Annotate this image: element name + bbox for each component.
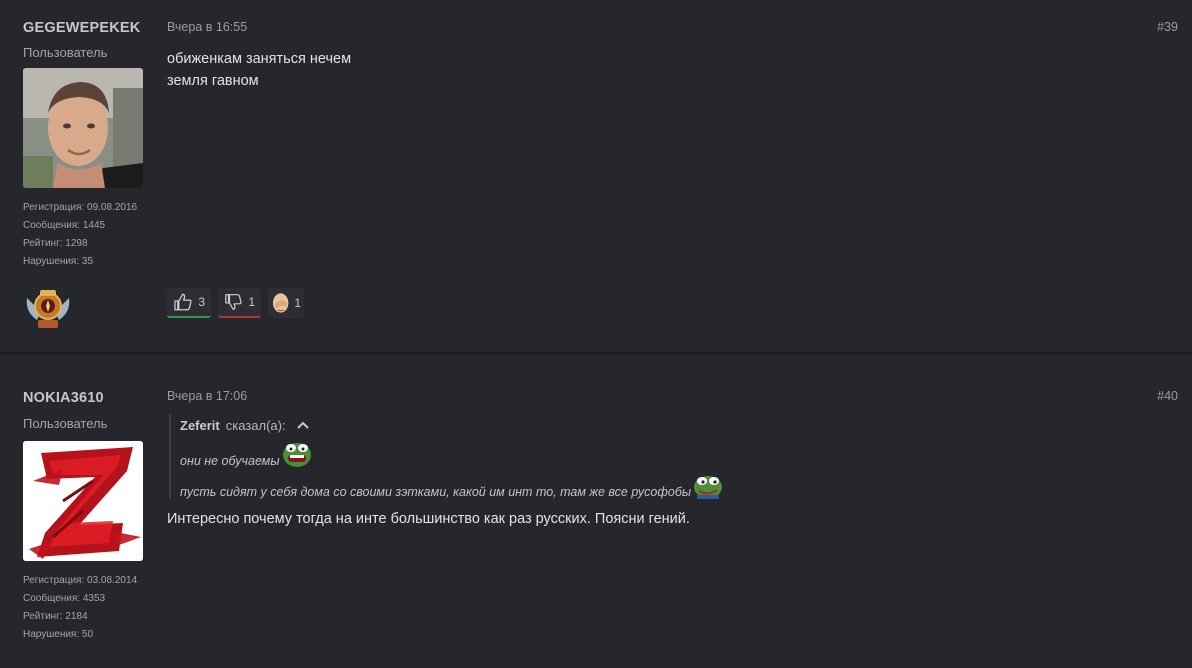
avatar[interactable]	[23, 68, 143, 188]
reactions-bar: 3 1 1	[167, 288, 304, 318]
post-body: обиженкам заняться нечем земля гавном	[167, 48, 351, 92]
rank-badge-icon[interactable]	[23, 282, 73, 335]
author-block: NOKIA3610 Пользователь Регистрация: 03.0…	[23, 390, 143, 644]
stat-violations: Нарушения: 50	[23, 629, 94, 640]
post-body: Интересно почему тогда на инте большинст…	[167, 511, 690, 527]
author-block: GEGEWEPEKEK Пользователь Регистрация: 09…	[23, 20, 143, 271]
stat-registration: Регистрация: 09.08.2016	[23, 202, 138, 213]
avatar[interactable]	[23, 441, 143, 561]
quote-block: Zeferit сказал(а): они не обучаемы пусть…	[169, 414, 780, 499]
like-button[interactable]: 3	[167, 288, 211, 318]
facepalm-emoji-icon	[272, 293, 289, 313]
quote-line: пусть сидят у себя дома со своими зэткам…	[180, 471, 780, 499]
pepe-laugh-emoji-icon	[282, 443, 311, 467]
avatar-photo	[23, 68, 143, 188]
quote-line: они не обучаемы	[180, 440, 780, 468]
post-time[interactable]: Вчера в 16:55	[167, 20, 247, 34]
quote-text: пусть сидят у себя дома со своими зэткам…	[180, 485, 692, 499]
dislike-count: 1	[248, 295, 255, 309]
quote-text: они не обучаемы	[180, 454, 280, 468]
thumbs-up-icon	[174, 293, 192, 311]
post-number[interactable]: #40	[1157, 389, 1178, 403]
post-line: земля гавном	[167, 73, 259, 89]
post-time[interactable]: Вчера в 17:06	[167, 389, 247, 403]
like-count: 3	[198, 295, 205, 309]
thumbs-down-icon	[225, 294, 242, 310]
username[interactable]: NOKIA3610	[23, 390, 143, 406]
user-stats: Регистрация: 09.08.2016 Сообщения: 1445 …	[23, 199, 143, 271]
stat-rating: Рейтинг: 1298	[23, 238, 88, 249]
dislike-button[interactable]: 1	[218, 288, 261, 318]
quote-header: Zeferit сказал(а):	[180, 414, 780, 436]
user-role: Пользователь	[23, 416, 108, 431]
stat-messages: Сообщения: 4353	[23, 593, 106, 604]
stat-violations: Нарушения: 35	[23, 256, 94, 267]
stat-messages: Сообщения: 1445	[23, 220, 106, 231]
facepalm-count: 1	[294, 296, 301, 310]
post-line: обиженкам заняться нечем	[167, 51, 352, 67]
post-40: NOKIA3610 Пользователь Регистрация: 03.0…	[0, 354, 1192, 668]
username[interactable]: GEGEWEPEKEK	[23, 20, 143, 36]
stat-rating: Рейтинг: 2184	[23, 611, 88, 622]
pepe-smug-emoji-icon	[694, 476, 723, 499]
post-number[interactable]: #39	[1157, 20, 1178, 34]
stat-registration: Регистрация: 03.08.2014	[23, 575, 138, 586]
quote-said-label: сказал(а):	[225, 417, 286, 433]
user-role: Пользователь	[23, 45, 108, 60]
user-stats: Регистрация: 03.08.2014 Сообщения: 4353 …	[23, 572, 143, 644]
facepalm-reaction-button[interactable]: 1	[268, 288, 304, 318]
chevron-up-icon[interactable]	[296, 420, 310, 430]
quote-author[interactable]: Zeferit	[180, 418, 220, 433]
red-z-logo-icon	[23, 441, 143, 561]
post-39: GEGEWEPEKEK Пользователь Регистрация: 09…	[0, 0, 1192, 352]
